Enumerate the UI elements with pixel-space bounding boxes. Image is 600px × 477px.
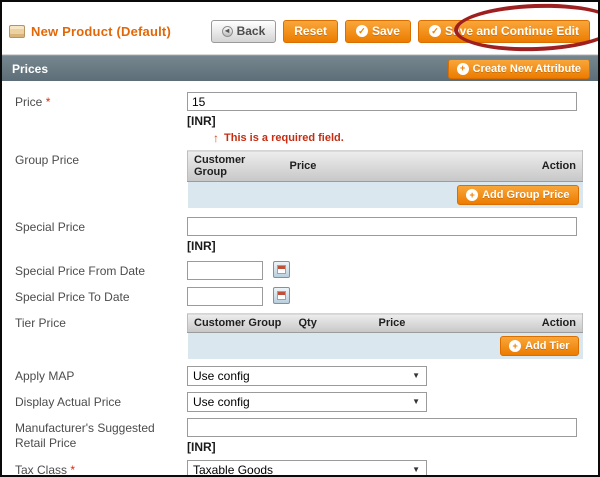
group-price-label: Group Price <box>15 150 187 168</box>
tier-col-customer-group: Customer Group <box>188 314 293 333</box>
display-actual-price-select[interactable]: Use config ▼ <box>187 392 427 412</box>
back-button[interactable]: ◂ Back <box>211 20 277 43</box>
group-price-table: Customer Group Price Action + Add Group … <box>187 150 583 208</box>
tax-class-row: Tax Class * Taxable Goods ▼ ↑ This is a … <box>15 460 588 477</box>
group-col-customer-group: Customer Group <box>188 151 284 182</box>
tax-class-label: Tax Class * <box>15 460 187 477</box>
tier-col-price: Price <box>373 314 531 333</box>
create-new-attribute-button[interactable]: + Create New Attribute <box>448 59 590 79</box>
chevron-down-icon: ▼ <box>412 398 420 406</box>
add-group-price-button[interactable]: + Add Group Price <box>457 185 578 205</box>
page-title: New Product (Default) <box>31 24 171 39</box>
back-arrow-icon: ◂ <box>222 26 233 37</box>
create-new-attribute-label: Create New Attribute <box>473 63 581 75</box>
section-title: Prices <box>12 62 48 76</box>
header-buttons: ◂ Back Reset ✓ Save ✓ Save and Continue … <box>211 20 592 43</box>
currency-note: [INR] <box>187 114 577 128</box>
special-price-row: Special Price [INR] <box>15 217 588 254</box>
price-input[interactable] <box>187 92 577 111</box>
special-price-from-label: Special Price From Date <box>15 261 187 279</box>
special-price-label: Special Price <box>15 217 187 235</box>
save-button[interactable]: ✓ Save <box>345 20 411 43</box>
special-price-from-input[interactable] <box>187 261 263 280</box>
apply-map-label: Apply MAP <box>15 366 187 384</box>
special-price-to-row: Special Price To Date <box>15 287 588 306</box>
required-arrow-icon: ↑ <box>213 131 219 145</box>
check-icon: ✓ <box>356 25 368 37</box>
save-and-continue-label: Save and Continue Edit <box>445 24 579 38</box>
calendar-icon[interactable] <box>273 287 290 304</box>
plus-icon: + <box>457 63 469 75</box>
price-label: Price * <box>15 92 187 110</box>
tax-class-select[interactable]: Taxable Goods ▼ <box>187 460 427 477</box>
msrp-label: Manufacturer's Suggested Retail Price <box>15 418 187 451</box>
display-actual-price-value: Use config <box>193 395 250 409</box>
save-and-continue-button[interactable]: ✓ Save and Continue Edit <box>418 20 590 43</box>
price-row: Price * [INR] ↑ This is a required field… <box>15 92 588 145</box>
required-mark: * <box>70 463 75 477</box>
tier-price-row: Tier Price Customer Group Qty Price Acti… <box>15 313 588 359</box>
group-price-row: Group Price Customer Group Price Action <box>15 150 588 208</box>
reset-button[interactable]: Reset <box>283 20 338 43</box>
special-price-to-input[interactable] <box>187 287 263 306</box>
prices-form: Price * [INR] ↑ This is a required field… <box>2 81 598 477</box>
product-package-icon <box>9 25 25 38</box>
add-group-price-label: Add Group Price <box>482 189 569 201</box>
save-button-label: Save <box>372 24 400 38</box>
price-validation-message: ↑ This is a required field. <box>213 131 577 145</box>
apply-map-select[interactable]: Use config ▼ <box>187 366 427 386</box>
magento-new-product-page: New Product (Default) ◂ Back Reset ✓ Sav… <box>0 0 600 477</box>
special-price-input[interactable] <box>187 217 577 236</box>
special-price-to-label: Special Price To Date <box>15 287 187 305</box>
display-actual-price-row: Display Actual Price Use config ▼ <box>15 392 588 412</box>
tier-col-action: Action <box>531 314 583 333</box>
apply-map-value: Use config <box>193 369 250 383</box>
msrp-row: Manufacturer's Suggested Retail Price [I… <box>15 418 588 455</box>
chevron-down-icon: ▼ <box>412 372 420 380</box>
chevron-down-icon: ▼ <box>412 466 420 474</box>
tax-class-value: Taxable Goods <box>193 463 273 477</box>
apply-map-row: Apply MAP Use config ▼ <box>15 366 588 386</box>
title-wrap: New Product (Default) <box>9 24 171 39</box>
msrp-input[interactable] <box>187 418 577 437</box>
calendar-icon[interactable] <box>273 261 290 278</box>
plus-icon: + <box>509 340 521 352</box>
tier-price-label: Tier Price <box>15 313 187 331</box>
check-icon: ✓ <box>429 25 441 37</box>
tier-price-table: Customer Group Qty Price Action + Add Ti… <box>187 313 583 359</box>
add-tier-label: Add Tier <box>525 340 569 352</box>
back-button-label: Back <box>237 24 266 38</box>
tier-col-qty: Qty <box>293 314 373 333</box>
currency-note: [INR] <box>187 239 577 253</box>
prices-section-bar: Prices + Create New Attribute <box>2 55 598 81</box>
required-mark: * <box>46 95 51 109</box>
display-actual-price-label: Display Actual Price <box>15 392 187 410</box>
currency-note: [INR] <box>187 440 577 454</box>
page-header: New Product (Default) ◂ Back Reset ✓ Sav… <box>2 2 598 55</box>
group-col-action: Action <box>531 151 583 182</box>
special-price-from-row: Special Price From Date <box>15 261 588 280</box>
plus-icon: + <box>466 189 478 201</box>
add-tier-button[interactable]: + Add Tier <box>500 336 578 356</box>
group-col-price: Price <box>284 151 531 182</box>
reset-button-label: Reset <box>294 24 327 38</box>
